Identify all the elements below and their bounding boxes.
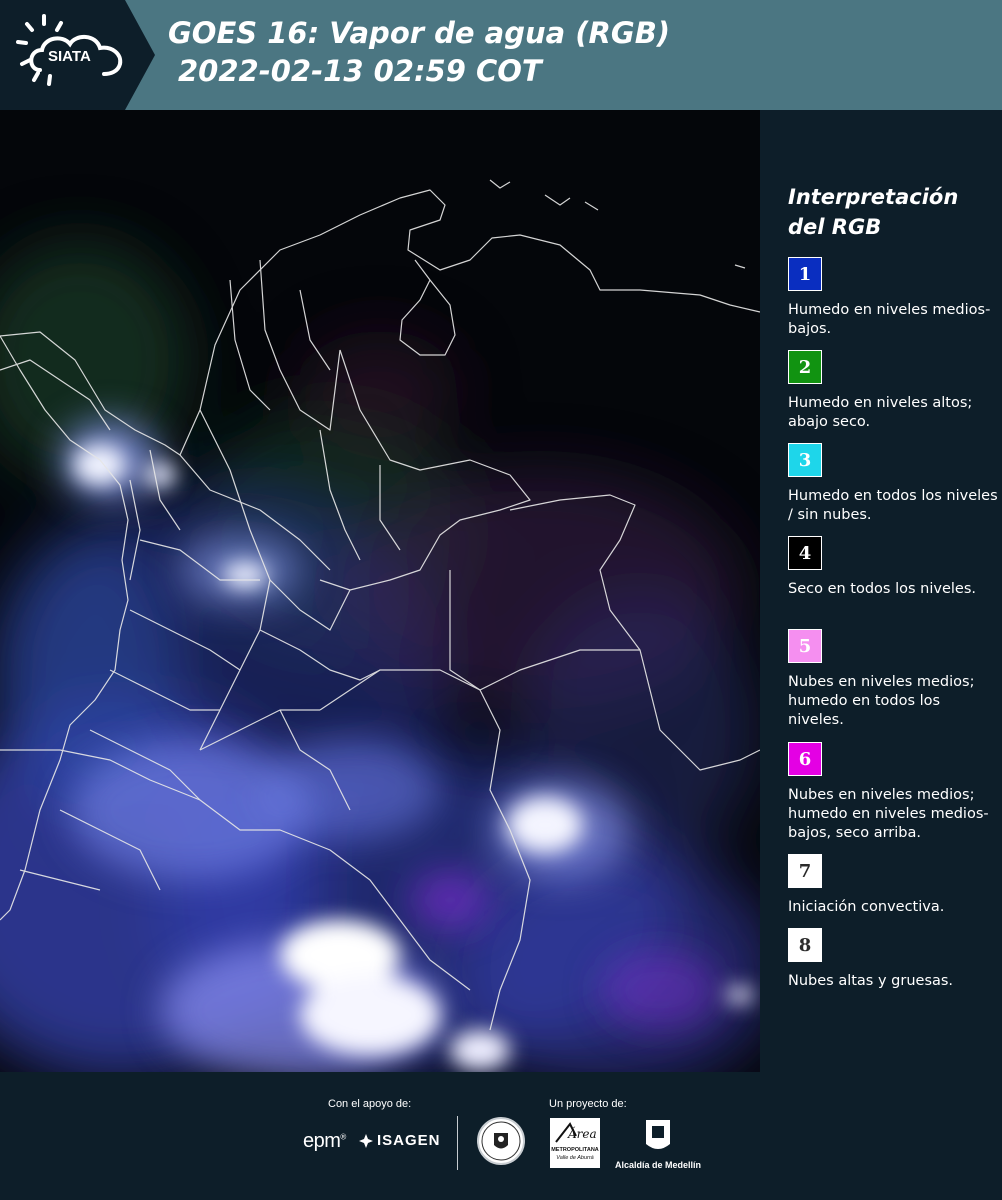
- legend-item-6: 6 Nubes en niveles medios; humedo en niv…: [788, 742, 998, 843]
- government-seal-icon: [477, 1117, 525, 1165]
- amva-label-line1: METROPOLITANA: [551, 1147, 599, 1153]
- legend-item-4: 4 Seco en todos los niveles.: [788, 536, 998, 599]
- project-label: Un proyecto de:: [549, 1098, 627, 1110]
- legend-description-1: Humedo en niveles medios-bajos.: [788, 302, 991, 337]
- legend-item-1: 1 Humedo en niveles medios-bajos.: [788, 257, 998, 339]
- rgb-legend: Interpretación del RGB 1 Humedo en nivel…: [760, 110, 1002, 1072]
- isagen-logo-text: ISAGEN: [377, 1132, 441, 1149]
- footer-divider: [457, 1116, 458, 1170]
- legend-swatch-1: 1: [788, 257, 822, 291]
- legend-swatch-5: 5: [788, 629, 822, 663]
- legend-description-5: Nubes en niveles medios; humedo en todos…: [788, 674, 975, 728]
- epm-registered-mark: ®: [340, 1132, 346, 1142]
- legend-description-3: Humedo en todos los niveles / sin nubes.: [788, 488, 998, 523]
- siata-logo: SIATA: [0, 0, 155, 110]
- legend-description-2: Humedo en niveles altos; abajo seco.: [788, 395, 973, 430]
- legend-description-8: Nubes altas y gruesas.: [788, 973, 954, 989]
- legend-number-1: 1: [798, 263, 812, 285]
- legend-number-2: 2: [798, 356, 812, 378]
- legend-swatch-7: 7: [788, 854, 822, 888]
- legend-swatch-4: 4: [788, 536, 822, 570]
- support-label: Con el apoyo de:: [328, 1098, 412, 1110]
- legend-swatch-8: 8: [788, 928, 822, 962]
- legend-item-7: 7 Iniciación convectiva.: [788, 854, 998, 917]
- legend-title: Interpretación del RGB: [788, 182, 988, 242]
- footer: Con el apoyo de: Un proyecto de: epm® IS…: [0, 1072, 1002, 1200]
- legend-item-3: 3 Humedo en todos los niveles / sin nube…: [788, 443, 998, 525]
- legend-swatch-6: 6: [788, 742, 822, 776]
- page-title: GOES 16: Vapor de agua (RGB) 2022-02-13 …: [168, 14, 670, 90]
- area-metropolitana-icon: Área: [555, 1122, 597, 1143]
- alcaldia-medellin-logo: Alcaldía de Medellín: [610, 1118, 706, 1170]
- alcaldia-shield-icon: [646, 1120, 670, 1149]
- legend-item-8: 8 Nubes altas y gruesas.: [788, 928, 998, 991]
- amva-label-line2: Valle de Aburrá: [556, 1155, 594, 1161]
- svg-text:SIATA: SIATA: [48, 48, 91, 65]
- satellite-water-vapor-map: [0, 110, 760, 1072]
- title-product: GOES 16: Vapor de agua (RGB): [168, 16, 671, 50]
- legend-number-8: 8: [798, 934, 812, 956]
- legend-description-7: Iniciación convectiva.: [788, 899, 945, 915]
- legend-number-6: 6: [798, 748, 812, 770]
- isagen-logo: ISAGEN: [358, 1132, 441, 1149]
- legend-swatch-3: 3: [788, 443, 822, 477]
- legend-item-5: 5 Nubes en niveles medios; humedo en tod…: [788, 629, 998, 730]
- satellite-map: [0, 110, 760, 1072]
- svg-text:Área: Área: [567, 1126, 597, 1141]
- epm-logo-text: epm: [303, 1130, 341, 1152]
- alcaldia-label: Alcaldía de Medellín: [614, 1160, 702, 1170]
- legend-number-7: 7: [798, 860, 812, 882]
- legend-title-line2: del RGB: [788, 215, 882, 239]
- legend-number-4: 4: [798, 542, 812, 564]
- legend-swatch-2: 2: [788, 350, 822, 384]
- legend-description-4: Seco en todos los niveles.: [788, 581, 976, 597]
- isagen-icon: [359, 1133, 373, 1148]
- legend-description-6: Nubes en niveles medios; humedo en nivel…: [788, 787, 989, 841]
- siata-logo-icon: SIATA: [0, 0, 155, 110]
- title-timestamp: 2022-02-13 02:59 COT: [178, 54, 542, 88]
- legend-number-5: 5: [798, 635, 812, 657]
- epm-logo: epm®: [303, 1130, 346, 1153]
- legend-item-2: 2 Humedo en niveles altos; abajo seco.: [788, 350, 998, 432]
- area-metropolitana-logo: Área METROPOLITANA Valle de Aburrá: [550, 1118, 600, 1168]
- legend-number-3: 3: [798, 449, 812, 471]
- header-bar: SIATA GOES 16: Vapor de agua (RGB) 2022-…: [0, 0, 1002, 110]
- legend-title-line1: Interpretación: [788, 185, 959, 209]
